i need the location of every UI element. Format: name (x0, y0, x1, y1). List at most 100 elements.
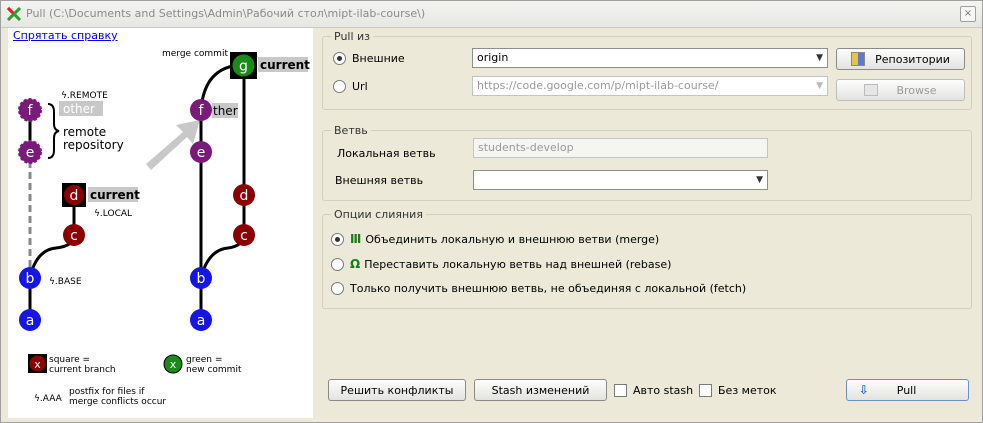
legend-green-2: new commit (186, 365, 242, 375)
node-f-left: f (18, 98, 42, 122)
tortoisegit-x-icon (7, 7, 21, 21)
other-tag: other (63, 102, 95, 116)
stash-button[interactable]: Stash изменений (474, 379, 607, 401)
auto-stash-box[interactable] (614, 384, 627, 397)
remote-branch-select[interactable]: ▼ (473, 170, 768, 190)
merge-commit-label: merge commit (162, 49, 228, 59)
url-select-value: https://code.google.com/p/mipt-ilab-cour… (477, 79, 719, 92)
url-radio[interactable]: Url (333, 80, 368, 93)
fetch-radio-dot[interactable] (331, 282, 344, 295)
url-radio-dot[interactable] (333, 80, 346, 93)
node-e-right: e (190, 141, 212, 163)
node-f-right: f (190, 99, 212, 121)
rebase-icon: Ω (350, 257, 361, 271)
chevron-down-icon: ▼ (756, 175, 763, 185)
auto-stash-label: Авто stash (633, 384, 694, 397)
stash-button-label: Stash изменений (491, 383, 590, 397)
merge-icon: Ⅲ (350, 232, 362, 246)
repositories-button[interactable]: Репозитории (836, 48, 965, 70)
svg-text:x: x (34, 358, 41, 371)
merge-radio-label: Объединить локальную и внешнюю ветви (me… (365, 232, 660, 246)
legend-postfix-2: merge conflicts occur (69, 397, 166, 407)
pull-arrow-icon: ⇩ (858, 383, 869, 397)
current-tag-left: current (90, 188, 140, 202)
fetch-radio-label: Только получить внешнюю ветвь, не объеди… (350, 282, 747, 295)
svg-text:b: b (197, 271, 206, 287)
node-a-left: a (19, 309, 41, 331)
pull-arrow (146, 120, 200, 170)
pull-button[interactable]: ⇩ Pull (846, 379, 969, 401)
merge-radio-dot[interactable] (331, 232, 344, 246)
legend-postfix-1: postfix for files if (69, 387, 145, 397)
remote-radio-dot[interactable] (333, 52, 346, 65)
no-tags-label: Без меток (718, 384, 777, 397)
pull-from-legend: Pull из (334, 30, 371, 43)
svg-text:g: g (239, 59, 248, 75)
url-select[interactable]: https://code.google.com/p/mipt-ilab-cour… (472, 76, 828, 96)
close-button[interactable]: × (960, 6, 976, 22)
base-tag: ϟ.BASE (49, 277, 82, 287)
node-d-left: d (62, 183, 86, 207)
folder-icon (864, 84, 879, 96)
browse-button-label: Browse (896, 83, 937, 97)
svg-text:e: e (26, 145, 35, 161)
svg-text:b: b (26, 271, 35, 287)
rebase-radio[interactable]: Ω Переставить локальную ветвь над внешне… (331, 257, 671, 271)
node-b-left: b (19, 267, 41, 289)
remote-label-2: repository (63, 138, 124, 152)
title-bar: Pull (C:\Documents and Settings\Admin\Ра… (1, 1, 982, 28)
chevron-down-icon: ▼ (816, 53, 823, 63)
merge-options-legend: Опции слияния (334, 208, 423, 221)
svg-text:e: e (197, 145, 206, 161)
svg-text:x: x (170, 358, 177, 371)
browse-button[interactable]: Browse (836, 79, 965, 101)
resolve-conflicts-button[interactable]: Решить конфликты (328, 379, 466, 401)
remote-select[interactable]: origin ▼ (472, 48, 828, 68)
remote-select-value: origin (477, 51, 509, 64)
auto-stash-checkbox[interactable]: Авто stash (614, 384, 693, 397)
node-b-right: b (190, 267, 212, 289)
no-tags-checkbox[interactable]: Без меток (699, 384, 777, 397)
window-title: Pull (C:\Documents and Settings\Admin\Ра… (26, 7, 426, 20)
resolve-conflicts-label: Решить конфликты (340, 383, 454, 397)
remote-tag: ϟ.REMOTE (61, 91, 108, 101)
merge-radio[interactable]: Ⅲ Объединить локальную и внешнюю ветви (… (331, 232, 659, 246)
node-g-right: g (230, 52, 257, 79)
node-c-right: c (233, 224, 255, 246)
branch-legend: Ветвь (334, 124, 368, 137)
pull-help-diagram: a b c d e f ϟ.REMOTE other remote reposi… (18, 49, 310, 407)
remote-label-1: remote (63, 125, 106, 139)
legend-green-swatch: x (163, 354, 183, 374)
remote-brace (47, 103, 60, 159)
svg-text:d: d (240, 188, 249, 204)
rebase-radio-dot[interactable] (331, 257, 344, 271)
svg-text:c: c (70, 228, 78, 244)
pull-button-label: Pull (896, 383, 917, 397)
legend-green-1: green = (186, 355, 222, 365)
legend-square-swatch: x (28, 354, 47, 373)
svg-text:c: c (240, 228, 248, 244)
node-c-left: c (63, 224, 85, 246)
fetch-radio[interactable]: Только получить внешнюю ветвь, не объеди… (331, 282, 746, 295)
node-a-right: a (190, 309, 212, 331)
local-branch-value: students-develop (478, 141, 574, 154)
local-branch-field: students-develop (473, 138, 768, 158)
repositories-button-label: Репозитории (875, 52, 950, 66)
node-e-left: e (18, 140, 42, 164)
svg-text:a: a (26, 313, 35, 329)
pull-dialog: Pull (C:\Documents and Settings\Admin\Ра… (0, 0, 983, 423)
other-tag-right: ther (213, 104, 238, 118)
no-tags-box[interactable] (699, 384, 712, 397)
local-tag: ϟ.LOCAL (94, 209, 132, 219)
url-radio-label: Url (352, 80, 368, 93)
chevron-down-icon: ▼ (816, 81, 823, 91)
repository-icon (851, 52, 866, 66)
remote-radio[interactable]: Внешние (333, 52, 405, 65)
legend-square-1: square = (49, 355, 90, 365)
rebase-radio-label: Переставить локальную ветвь над внешней … (364, 257, 672, 271)
current-tag-right: current (260, 58, 310, 72)
legend-square-2: current branch (49, 365, 116, 375)
svg-text:a: a (197, 313, 206, 329)
node-d-right: d (233, 184, 255, 206)
local-branch-label: Локальная ветвь (337, 147, 436, 160)
